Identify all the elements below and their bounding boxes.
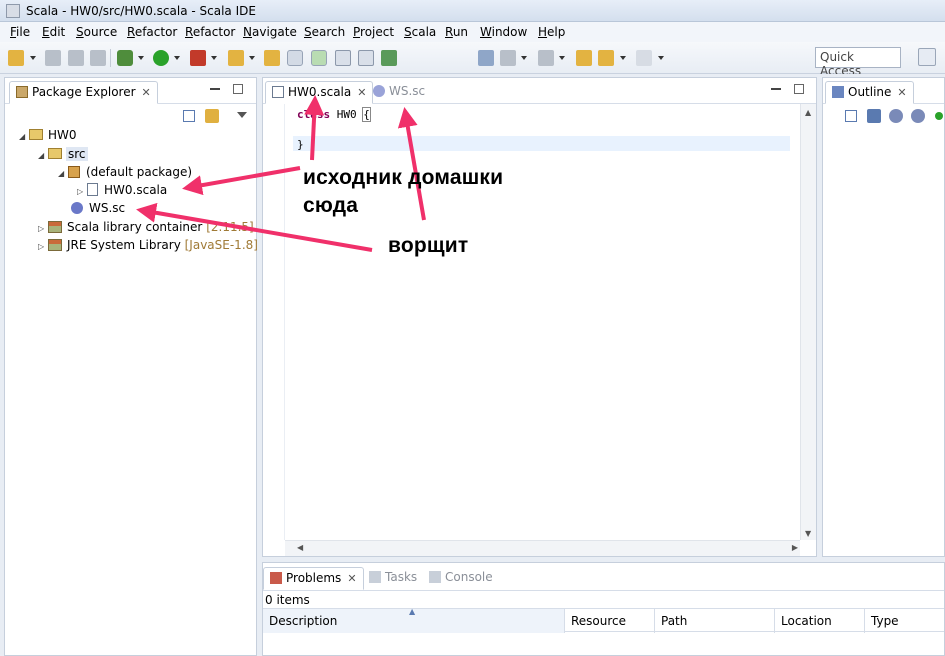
annotation-arrows (136, 95, 426, 252)
annotation-source-line1: исходник домашки (303, 166, 504, 189)
arrow-to-hw0-tab (304, 95, 325, 161)
annotation-source-line2: сюда (303, 194, 359, 217)
arrow-to-hw0-file (182, 166, 301, 196)
annotation-worksheet: ворщит (388, 234, 469, 257)
